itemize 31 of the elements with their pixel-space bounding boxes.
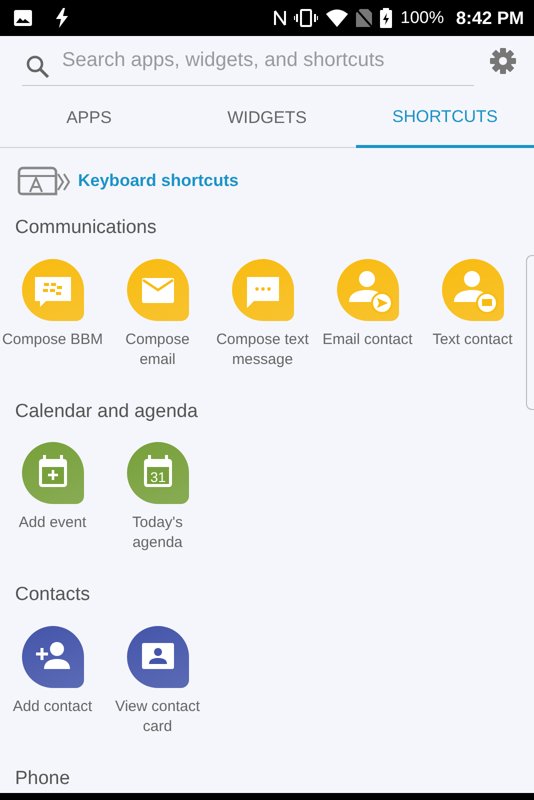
side-handle[interactable]: [526, 255, 534, 410]
section-title: Communications: [15, 216, 158, 240]
shortcut-label: Today's agenda: [131, 513, 184, 553]
section-title: Calendar and agenda: [15, 400, 199, 424]
shortcut-label: Text contact: [431, 330, 514, 350]
shortcut-label: View contact card: [114, 696, 201, 736]
keyboard-shortcuts-link[interactable]: Keyboard shortcuts: [78, 168, 239, 194]
search-field[interactable]: Search apps, widgets, and shortcuts: [22, 36, 474, 86]
battery-percentage: 100%: [400, 7, 444, 30]
shortcut-label: Add contact: [12, 696, 94, 716]
section-title: Phone: [15, 766, 71, 790]
lightning-icon: [56, 8, 68, 28]
search-icon: [26, 55, 50, 79]
shortcut-label: Compose BBM: [1, 330, 104, 350]
settings-icon[interactable]: [490, 48, 516, 74]
wifi-icon: [326, 9, 348, 27]
section-title: Contacts: [15, 583, 91, 607]
calendar-icon[interactable]: 31: [126, 442, 188, 504]
shortcut-label: Compose email: [124, 330, 191, 370]
image-icon: [14, 10, 32, 26]
vibrate-icon: [294, 9, 318, 27]
battery-charging-icon: [380, 8, 392, 28]
clock: 8:42 PM: [456, 6, 524, 30]
nfc-icon: [274, 9, 286, 27]
no-sim-icon: [356, 9, 372, 27]
shortcut-label: Email contact: [321, 330, 414, 350]
shortcut-label: Add event: [18, 513, 88, 533]
tab[interactable]: APPS: [0, 86, 178, 148]
shortcut-label: Compose text message: [215, 330, 310, 370]
tab[interactable]: SHORTCUTS: [356, 86, 534, 148]
tab[interactable]: WIDGETS: [178, 86, 356, 148]
